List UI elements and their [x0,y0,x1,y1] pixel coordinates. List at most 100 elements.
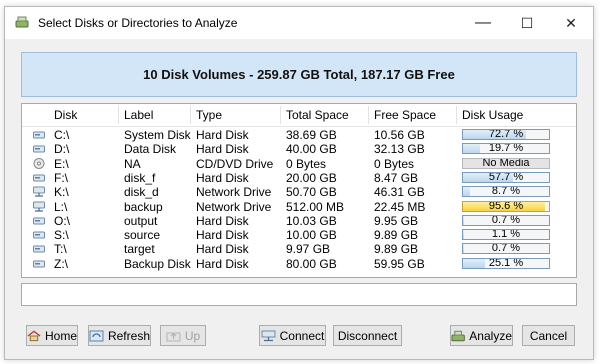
maximize-button[interactable]: ☐ [505,7,549,39]
disk-usage-text: 1.1 % [491,229,521,241]
label-cell: disk_f [124,170,156,185]
up-button[interactable]: Up [160,325,206,346]
table-row[interactable]: T:\ target Hard Disk 9.97 GB 9.89 GB 0.7 % [22,242,576,256]
free-space-cell: 0 Bytes [374,156,415,171]
disk-list[interactable]: Disk Label Type Total Space Free Space D… [21,103,577,278]
free-space-cell: 9.89 GB [374,242,419,257]
dialog-window: Select Disks or Directories to Analyze —… [4,6,594,360]
cd-drive-icon [33,157,45,169]
free-space-cell: 22.45 MB [374,199,426,214]
selected-path-field[interactable] [21,283,577,306]
disconnect-button[interactable]: Disconnect [333,325,402,346]
label-cell: Backup Disk [124,256,191,271]
type-cell: Network Drive [196,199,272,214]
close-button[interactable]: ✕ [549,7,593,39]
hard-disk-icon [33,217,45,225]
network-drive-icon [33,186,45,197]
home-icon [27,329,41,341]
column-header-disk-usage[interactable]: Disk Usage [462,108,523,122]
analyze-icon [451,330,465,341]
free-space-cell: 59.95 GB [374,256,425,271]
free-space-cell: 8.47 GB [374,170,419,185]
type-cell: CD/DVD Drive [196,156,274,171]
table-row[interactable]: C:\ System Disk Hard Disk 38.69 GB 10.56 GB 7… [22,128,576,142]
table-row[interactable]: K:\ disk_d Network Drive 50.70 GB 46.31 GB 8.… [22,185,576,199]
refresh-button-label: Refresh [107,328,150,343]
total-space-cell: 80.00 GB [286,256,337,271]
label-cell: backup [124,199,163,214]
disk-cell: K:\ [54,185,69,200]
disk-usage-bar: 19.7 % [462,143,550,155]
total-space-cell: 10.00 GB [286,228,337,243]
type-cell: Hard Disk [196,128,249,142]
label-cell: System Disk [124,128,191,142]
label-cell: source [124,228,161,243]
disk-usage-text: 57.7 % [488,171,524,183]
total-space-cell: 20.00 GB [286,170,337,185]
total-space-cell: 50.70 GB [286,185,337,200]
total-space-cell: 9.97 GB [286,242,331,257]
type-cell: Hard Disk [196,228,249,243]
table-row[interactable]: O:\ output Hard Disk 10.03 GB 9.95 GB 0.7 % [22,214,576,228]
column-header-disk[interactable]: Disk [54,108,77,122]
free-space-cell: 32.13 GB [374,142,425,157]
table-row[interactable]: S:\ source Hard Disk 10.00 GB 9.89 GB 1.1 % [22,228,576,242]
hard-disk-icon [33,145,45,153]
column-divider [280,106,281,124]
refresh-icon [89,330,104,341]
type-cell: Hard Disk [196,242,249,257]
disk-cell: F:\ [54,170,68,185]
disk-usage-bar: 25.1 % [462,257,550,269]
analyze-button[interactable]: Analyze [450,325,513,346]
minimize-button[interactable]: — [461,7,505,39]
connect-button-label: Connect [279,328,325,343]
disk-cell: Z:\ [54,256,68,271]
table-row[interactable]: Z:\ Backup Disk Hard Disk 80.00 GB 59.95 GB 2… [22,257,576,271]
network-drive-icon [33,201,45,212]
column-header-label[interactable]: Label [124,108,153,122]
column-divider [190,106,191,124]
total-space-cell: 512.00 MB [286,199,345,214]
column-header-type[interactable]: Type [196,108,222,122]
disk-cell: S:\ [54,228,69,243]
free-space-cell: 46.31 GB [374,185,425,200]
disk-usage-bar: No Media [462,157,550,169]
disk-cell: L:\ [54,199,68,214]
home-button[interactable]: Home [26,325,78,346]
type-cell: Hard Disk [196,213,249,228]
table-row[interactable]: L:\ backup Network Drive 512.00 MB 22.45 MB 9… [22,200,576,214]
app-disk-icon [15,16,29,28]
hard-disk-icon [33,260,45,268]
free-space-cell: 9.89 GB [374,228,419,243]
hard-disk-icon [33,174,45,182]
table-row[interactable]: E:\ NA CD/DVD Drive 0 Bytes 0 Bytes No Media [22,157,576,171]
column-divider [118,106,119,124]
cancel-button-label: Cancel [529,328,568,343]
table-row[interactable]: F:\ disk_f Hard Disk 20.00 GB 8.47 GB 57.7 % [22,171,576,185]
type-cell: Network Drive [196,185,272,200]
hard-disk-icon [33,245,45,253]
summary-banner: 10 Disk Volumes - 259.87 GB Total, 187.1… [21,52,577,97]
title-bar[interactable]: Select Disks or Directories to Analyze —… [5,7,593,39]
hard-disk-icon [33,231,45,239]
disk-usage-bar: 0.7 % [462,243,550,255]
disk-cell: C:\ [54,128,70,142]
type-cell: Hard Disk [196,170,249,185]
total-space-cell: 40.00 GB [286,142,337,157]
disk-usage-text: 8.7 % [491,186,521,198]
connect-button[interactable]: Connect [259,325,326,346]
home-button-label: Home [44,328,77,343]
disk-usage-bar: 57.7 % [462,171,550,183]
cancel-button[interactable]: Cancel [522,325,575,346]
column-header-free-space[interactable]: Free Space [374,108,436,122]
up-folder-icon [166,332,181,341]
disk-usage-text: 25.1 % [488,257,524,269]
disk-usage-text: 0.7 % [491,243,521,255]
disk-usage-text: No Media [482,157,530,169]
table-row[interactable]: D:\ Data Disk Hard Disk 40.00 GB 32.13 GB 19.… [22,142,576,156]
type-cell: Hard Disk [196,256,249,271]
disk-usage-text: 72.7 % [488,129,524,140]
disk-usage-bar: 1.1 % [462,229,550,241]
column-header-total-space[interactable]: Total Space [286,108,349,122]
refresh-button[interactable]: Refresh [88,325,151,346]
